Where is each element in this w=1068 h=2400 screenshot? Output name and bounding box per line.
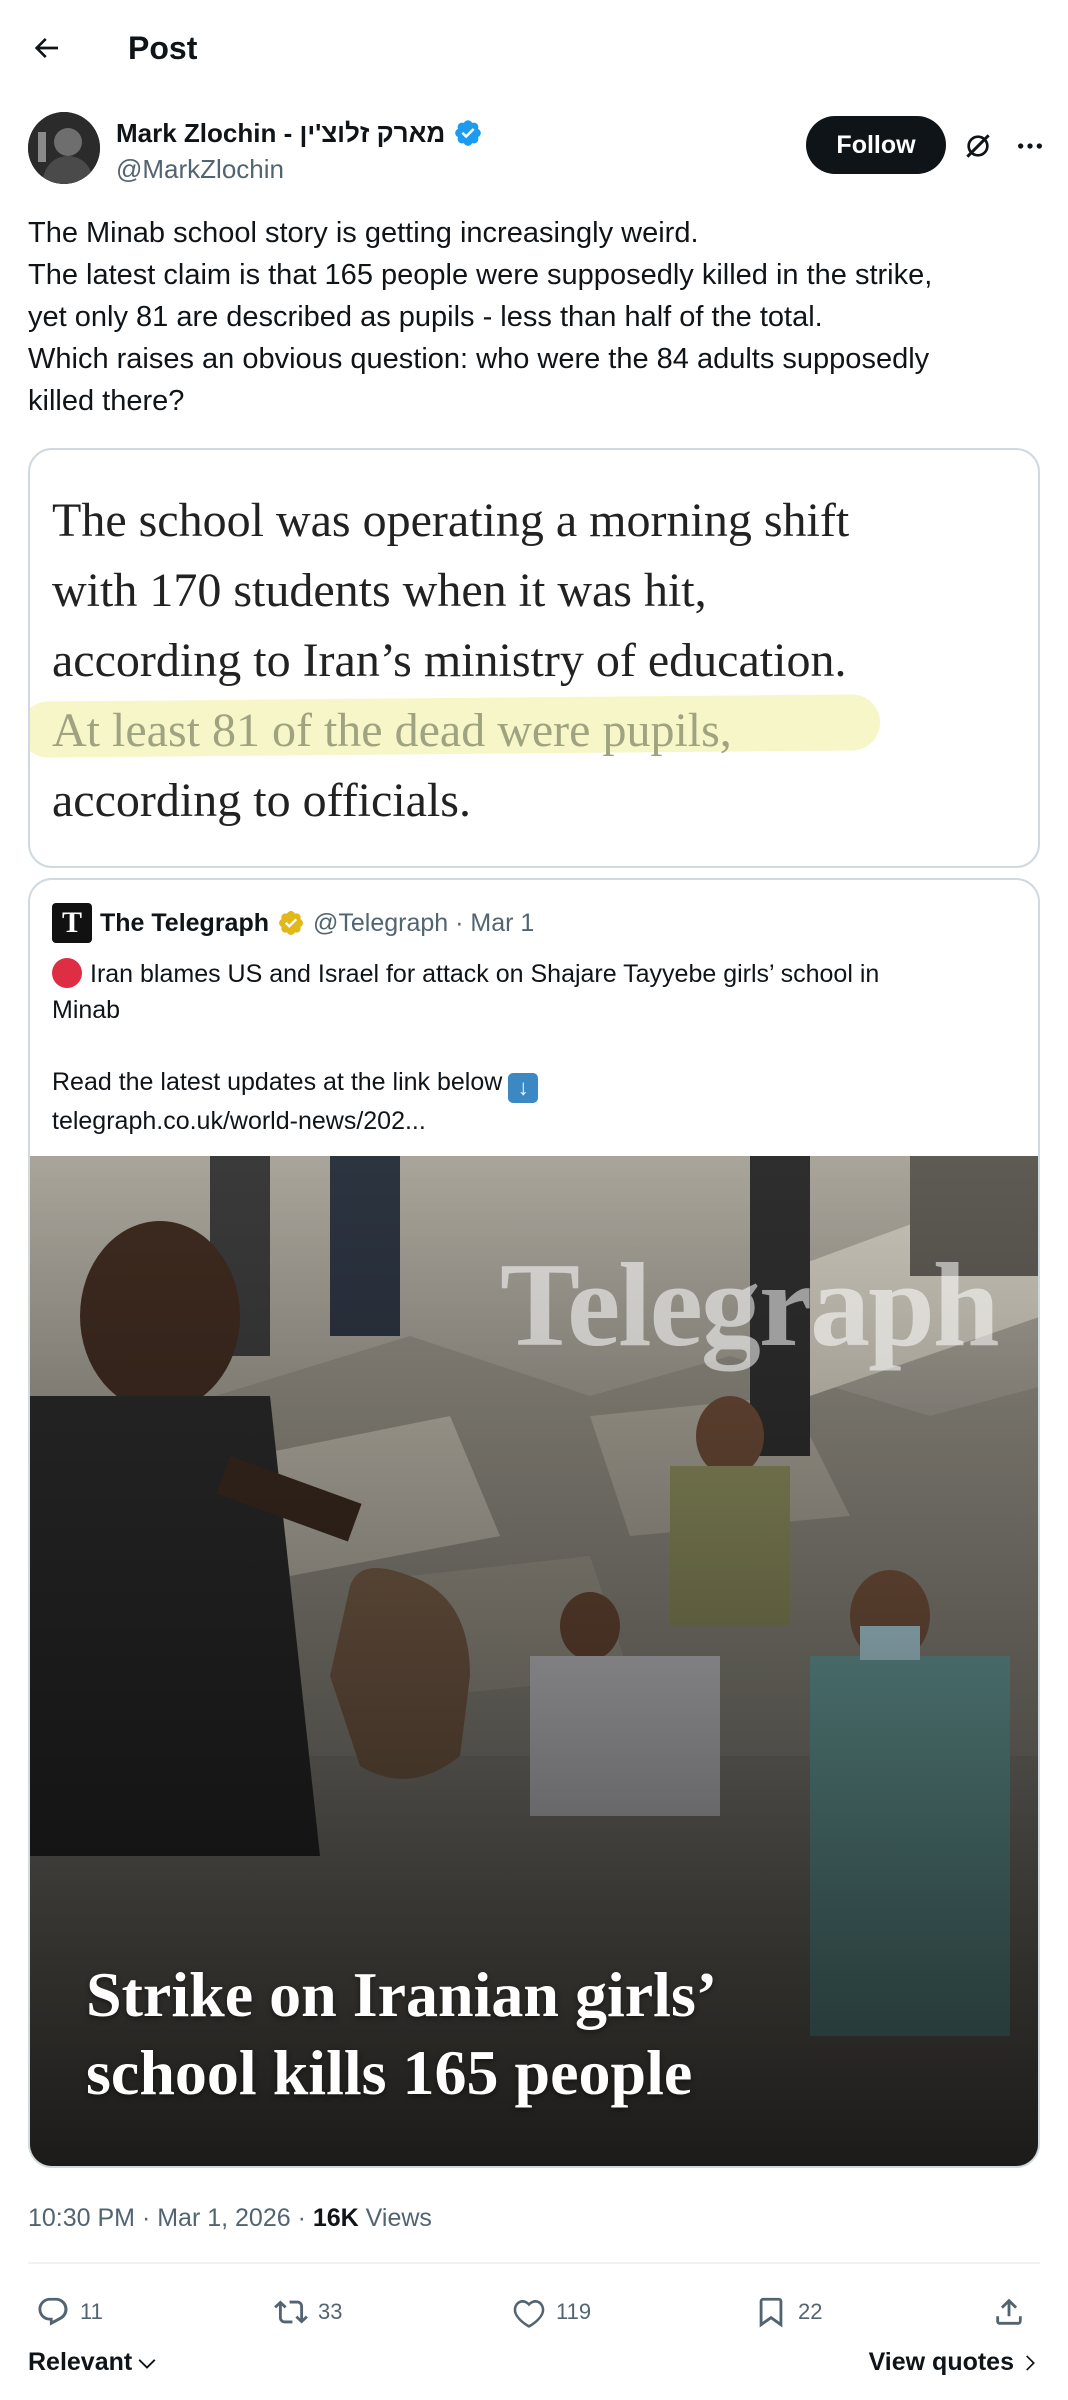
quoted-author-name[interactable]: The Telegraph	[100, 909, 269, 938]
replies-controls: Relevant View quotes	[28, 2344, 1040, 2388]
reply-count: 11	[80, 2299, 103, 2324]
views-count: 16K	[312, 2204, 359, 2232]
chevron-down-icon	[138, 2358, 156, 2369]
excerpt-line: The school was operating a morning shift	[52, 494, 850, 547]
back-arrow-icon[interactable]	[26, 28, 66, 68]
quoted-text-line: Iran blames US and Israel for attack on …	[90, 960, 880, 988]
post-text-line: killed there?	[28, 385, 185, 417]
quoted-text-line: Minab	[52, 996, 121, 1024]
excerpt-line-highlighted: At least 81 of the dead were pupils,	[52, 704, 732, 757]
post-text-line: yet only 81 are described as pupils - le…	[28, 301, 823, 333]
excerpt-text: The school was operating a morning shift…	[52, 486, 1032, 836]
view-quotes-label: View quotes	[868, 2348, 1014, 2376]
top-bar: Post	[0, 0, 1068, 96]
sort-dropdown[interactable]: Relevant	[28, 2348, 158, 2377]
like-count: 119	[556, 2299, 592, 2324]
post-author: Mark Zlochin - מארק זלוצ'ין @MarkZlochin…	[28, 112, 1048, 188]
grok-icon[interactable]	[958, 126, 998, 166]
quoted-tweet-header: T The Telegraph @Telegraph · Mar 1	[52, 902, 534, 944]
red-circle-icon	[52, 958, 82, 988]
bookmark-button[interactable]: 22	[754, 2290, 822, 2334]
divider	[28, 2262, 1040, 2264]
follow-button[interactable]: Follow	[806, 116, 946, 174]
quoted-handle-date[interactable]: @Telegraph · Mar 1	[313, 909, 534, 938]
gold-verified-badge-icon	[279, 911, 303, 935]
views-label: Views	[358, 2204, 432, 2232]
news-photo[interactable]: Telegraph Strike on Iranian girls’ schoo…	[30, 1156, 1038, 2166]
quoted-link[interactable]: telegraph.co.uk/world-news/202...	[52, 1103, 1022, 1139]
bookmark-icon	[759, 2297, 783, 2328]
verified-badge-icon	[455, 120, 482, 146]
chevron-right-icon	[1026, 2354, 1035, 2371]
author-name-row: Mark Zlochin - מארק זלוצ'ין	[116, 116, 483, 150]
page-title: Post	[128, 30, 198, 66]
photo-headline-line: school kills 165 people	[86, 2037, 693, 2108]
post-time-date[interactable]: 10:30 PM · Mar 1, 2026 ·	[28, 2204, 313, 2232]
photo-headline: Strike on Iranian girls’ school kills 16…	[86, 1956, 717, 2112]
repost-button[interactable]: 33	[274, 2290, 342, 2334]
down-arrow-icon: ↓	[508, 1073, 539, 1103]
photo-watermark: Telegraph	[500, 1238, 1000, 1371]
sort-label: Relevant	[28, 2348, 133, 2376]
post-text-line: Which raises an obvious question: who we…	[28, 343, 930, 375]
quoted-tweet[interactable]: T The Telegraph @Telegraph · Mar 1 Iran …	[28, 878, 1040, 2168]
author-handle[interactable]: @MarkZlochin	[116, 152, 284, 186]
post-text: The Minab school story is getting increa…	[28, 212, 1040, 422]
post-text-line: The latest claim is that 165 people were…	[28, 259, 933, 291]
repost-icon	[274, 2300, 308, 2324]
excerpt-line: with 170 students when it was hit,	[52, 564, 707, 617]
action-bar: 11 33 119 22	[28, 2284, 1040, 2340]
reply-button[interactable]: 11	[36, 2290, 103, 2334]
reply-icon	[38, 2297, 68, 2326]
repost-count: 33	[318, 2299, 343, 2324]
telegraph-logo-icon[interactable]: T	[52, 903, 92, 943]
author-name[interactable]: Mark Zlochin - מארק זלוצ'ין	[116, 116, 445, 150]
share-icon	[996, 2298, 1022, 2325]
avatar[interactable]	[28, 112, 100, 184]
bookmark-count: 22	[798, 2299, 823, 2324]
like-button[interactable]: 119	[512, 2290, 591, 2334]
share-button[interactable]	[992, 2290, 1026, 2334]
excerpt-line: according to officials.	[52, 774, 471, 827]
more-options-icon[interactable]	[1010, 126, 1050, 166]
excerpt-line: according to Iran’s ministry of educatio…	[52, 634, 847, 687]
post-text-line: The Minab school story is getting increa…	[28, 217, 699, 249]
view-quotes-link[interactable]: View quotes	[869, 2348, 1040, 2377]
quoted-text-line: Read the latest updates at the link belo…	[52, 1068, 503, 1096]
photo-headline-line: Strike on Iranian girls’	[86, 1959, 718, 2030]
quoted-tweet-text: Iran blames US and Israel for attack on …	[52, 956, 1022, 1139]
post-timestamp-views: 10:30 PM · Mar 1, 2026 · 16K Views	[28, 2200, 432, 2236]
heart-icon	[513, 2299, 545, 2328]
attached-image-excerpt[interactable]: The school was operating a morning shift…	[28, 448, 1040, 868]
